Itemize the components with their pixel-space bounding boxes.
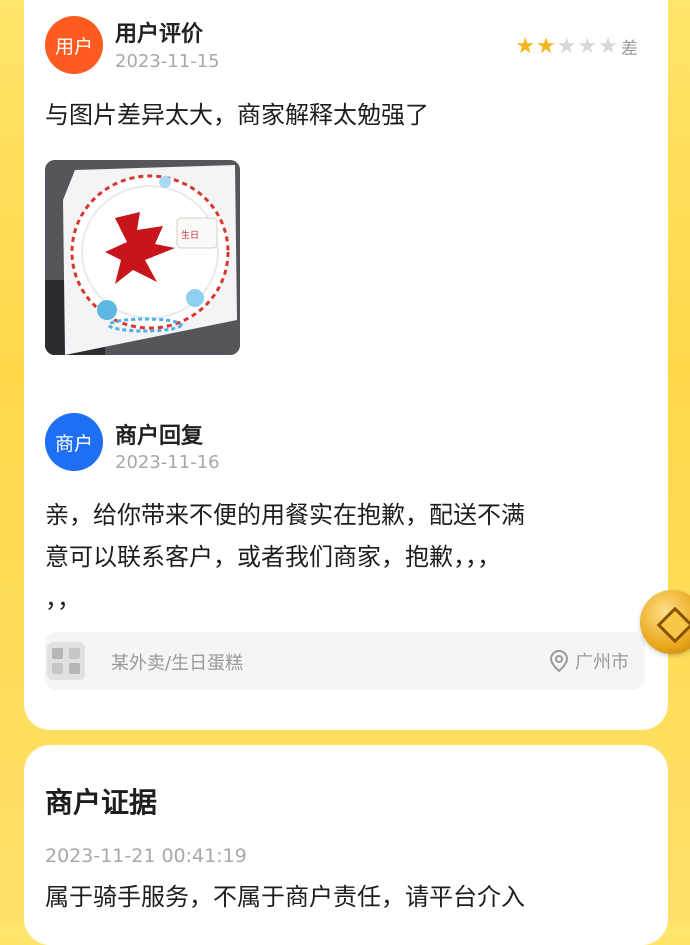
- evidence-content: 属于骑手服务，不属于商户责任，请平台介入: [45, 883, 525, 911]
- rating-label: 差: [621, 39, 638, 59]
- reply-content-line: 意可以联系客户，或者我们商家，抱歉，，，: [45, 543, 501, 571]
- review-photo[interactable]: 生日: [45, 160, 240, 355]
- merchant-avatar: 商户: [45, 413, 103, 471]
- svg-text:生日: 生日: [181, 229, 199, 241]
- reply-date: 2023-11-16: [115, 452, 220, 473]
- category-label: 某外卖/生日蛋糕: [111, 653, 244, 674]
- evidence-timestamp: 2023-11-21 00:41:19: [45, 845, 247, 867]
- star-icon: ★: [515, 33, 536, 59]
- star-icon: ★: [536, 33, 556, 59]
- category-icon: [47, 642, 85, 680]
- star-icon: ★: [577, 33, 598, 59]
- rating-stars: ★ ★ ★ ★ ★ 差: [515, 34, 638, 59]
- reply-content-line: 亲，给你带来不便的用餐实在抱歉，配送不满: [45, 501, 525, 529]
- review-card: 用户 用户评价 2023-11-15 ★ ★ ★ ★ ★ 差 与图片差异太大，商…: [24, 0, 668, 730]
- reply-content-line: ，，: [45, 585, 81, 613]
- review-header: 用户评价: [115, 22, 204, 47]
- evidence-card: 商户证据 2023-11-21 00:41:19 属于骑手服务，不属于商户责任，…: [24, 745, 668, 945]
- reply-header: 商户回复: [115, 424, 204, 449]
- star-icon: ★: [556, 33, 577, 59]
- star-icon: ★: [598, 33, 618, 59]
- location-pin-icon: [549, 650, 569, 672]
- location-label: 广州市: [575, 652, 629, 673]
- review-date: 2023-11-15: [115, 51, 220, 72]
- reply-content: 亲，给你带来不便的用餐实在抱歉，配送不满 意可以联系客户，或者我们商家，抱歉，，…: [45, 494, 525, 620]
- evidence-title: 商户证据: [45, 786, 158, 819]
- cake-photo-image: 生日: [45, 160, 240, 355]
- footer-bar[interactable]: 某外卖/生日蛋糕 广州市: [45, 632, 645, 690]
- review-content: 与图片差异太大，商家解释太勉强了: [45, 101, 429, 129]
- location: 广州市: [549, 648, 629, 674]
- user-avatar: 用户: [45, 16, 103, 74]
